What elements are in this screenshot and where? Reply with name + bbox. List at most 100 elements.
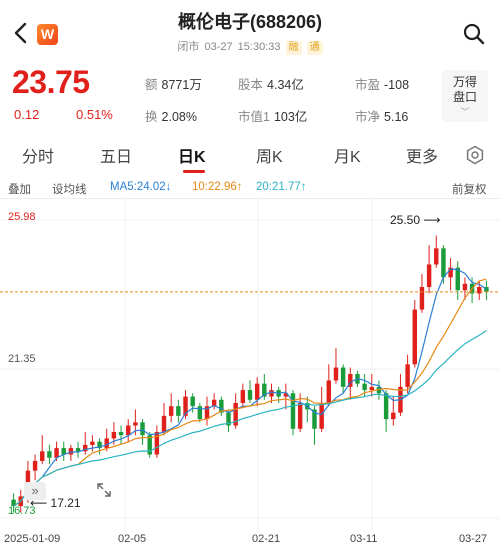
x-label-0: 2025-01-09	[4, 533, 61, 545]
tab-five-day[interactable]: 五日	[100, 143, 132, 167]
x-label-1: 02-05	[118, 533, 147, 545]
stat-value: 4.34亿	[267, 78, 304, 92]
set-ma-button[interactable]: 设均线	[52, 181, 87, 197]
double-chevron-right-icon[interactable]: »	[24, 482, 46, 500]
wande-orderbook-button[interactable]: 万得 盘口 ﹀	[442, 70, 488, 122]
candle-body	[68, 448, 74, 455]
stat-key: 股本	[238, 78, 264, 92]
candle-body	[47, 451, 52, 458]
high-value: 25.50	[390, 213, 421, 227]
stat-key: 市盈	[355, 78, 381, 92]
candle-body	[441, 248, 446, 278]
indicator-row: 叠加 设均线 MA5:24.02↓ 10:22.96↑ 20:21.77↑ 前复…	[0, 180, 500, 198]
candle-body	[176, 406, 181, 416]
connect-tag: 通	[306, 41, 323, 55]
stat-key: 市值1	[238, 110, 270, 124]
candle-body	[168, 406, 174, 416]
low-value: 17.21	[50, 496, 81, 510]
stat-turnover-rate: 换 2.08%	[145, 106, 197, 125]
tab-more[interactable]: 更多	[406, 143, 438, 167]
ma10-value: 10:22.96↑	[192, 181, 243, 193]
y-label-high: 25.98	[8, 211, 36, 223]
candles-group	[11, 235, 489, 513]
tab-weekly-k[interactable]: 周K	[256, 143, 283, 167]
candle-body	[369, 386, 375, 391]
candle-body	[161, 415, 167, 432]
stat-value: 8771万	[161, 78, 202, 92]
candle-body	[269, 390, 274, 397]
stat-pe: 市盈 -108	[355, 74, 409, 93]
tab-intraday[interactable]: 分时	[22, 143, 54, 167]
price-change: 0.12	[14, 107, 40, 122]
overlay-button[interactable]: 叠加	[8, 181, 31, 197]
stock-title: 概伦电子(688206)	[177, 12, 323, 32]
stat-value: 5.16	[384, 110, 409, 124]
candle-body	[40, 451, 45, 461]
margin-tag: 融	[285, 41, 302, 55]
status-time: 15:30:33	[237, 41, 281, 53]
stat-key: 额	[145, 78, 158, 92]
ma5-value: MA5:24.02↓	[110, 181, 172, 193]
stat-value: -108	[384, 78, 410, 92]
high-annotation: 25.50 ⟶	[390, 213, 441, 227]
candle-body	[340, 367, 346, 387]
candle-body	[383, 393, 389, 420]
market-status-row: 闭市 03-27 15:30:33 融 通	[0, 38, 500, 55]
active-tab-indicator	[183, 170, 205, 173]
candlestick-chart[interactable]	[0, 198, 500, 532]
stat-turnover-amount: 额 8771万	[145, 74, 202, 93]
stat-pb: 市净 5.16	[355, 106, 408, 125]
candle-body	[254, 383, 260, 400]
y-label-mid: 21.35	[8, 353, 36, 365]
candle-body	[326, 380, 332, 403]
candle-body	[54, 448, 59, 458]
candle-body	[412, 309, 417, 365]
candle-body	[104, 438, 109, 449]
candle-body	[362, 383, 367, 391]
search-icon[interactable]	[462, 22, 486, 46]
expand-icon[interactable]	[94, 480, 114, 500]
status-date: 03-27	[204, 41, 233, 53]
candle-body	[319, 402, 324, 429]
chart-grid	[0, 198, 500, 532]
tab-daily-k[interactable]: 日K	[178, 143, 206, 167]
stat-value: 2.08%	[161, 110, 197, 124]
wande-label-1: 万得	[452, 75, 477, 89]
stat-key: 市净	[355, 110, 381, 124]
candle-body	[434, 248, 439, 265]
ma20-value: 20:21.77↑	[256, 181, 307, 193]
candle-body	[419, 287, 425, 310]
candle-body	[190, 396, 195, 407]
current-price: 23.75	[12, 64, 90, 100]
stat-market-cap: 市值1 103亿	[238, 106, 307, 125]
chevron-down-icon: ﹀	[460, 107, 470, 117]
candle-body	[111, 431, 117, 439]
candle-body	[391, 412, 396, 420]
candle-body	[405, 364, 410, 387]
settings-icon[interactable]	[465, 145, 485, 165]
arrow-right-icon: ⟶	[420, 213, 441, 227]
candle-body	[133, 422, 138, 426]
candle-body	[247, 390, 253, 400]
x-label-3: 03-11	[350, 533, 378, 545]
candle-body	[140, 422, 145, 436]
stat-value: 103亿	[273, 110, 308, 124]
price-change-pct: 0.51%	[76, 107, 113, 122]
candle-body	[333, 367, 339, 381]
period-tabs: 分时 五日 日K 周K 月K 更多	[0, 137, 500, 175]
stat-share-capital: 股本 4.34亿	[238, 74, 304, 93]
candle-body	[90, 441, 95, 445]
x-label-4: 03-27	[459, 533, 488, 545]
candle-body	[118, 431, 124, 436]
candle-body	[297, 402, 303, 429]
adjust-button[interactable]: 前复权	[452, 181, 487, 197]
tab-monthly-k[interactable]: 月K	[334, 143, 361, 167]
candle-body	[240, 390, 246, 403]
x-label-2: 02-21	[252, 533, 281, 545]
wande-label-2: 盘口	[452, 90, 477, 104]
candle-body	[426, 264, 432, 288]
top-bar: W 概伦电子(688206) 闭市 03-27 15:30:33 融 通	[0, 0, 500, 60]
candle-body	[32, 460, 38, 471]
market-status: 闭市	[177, 41, 200, 53]
candle-body	[462, 283, 468, 291]
